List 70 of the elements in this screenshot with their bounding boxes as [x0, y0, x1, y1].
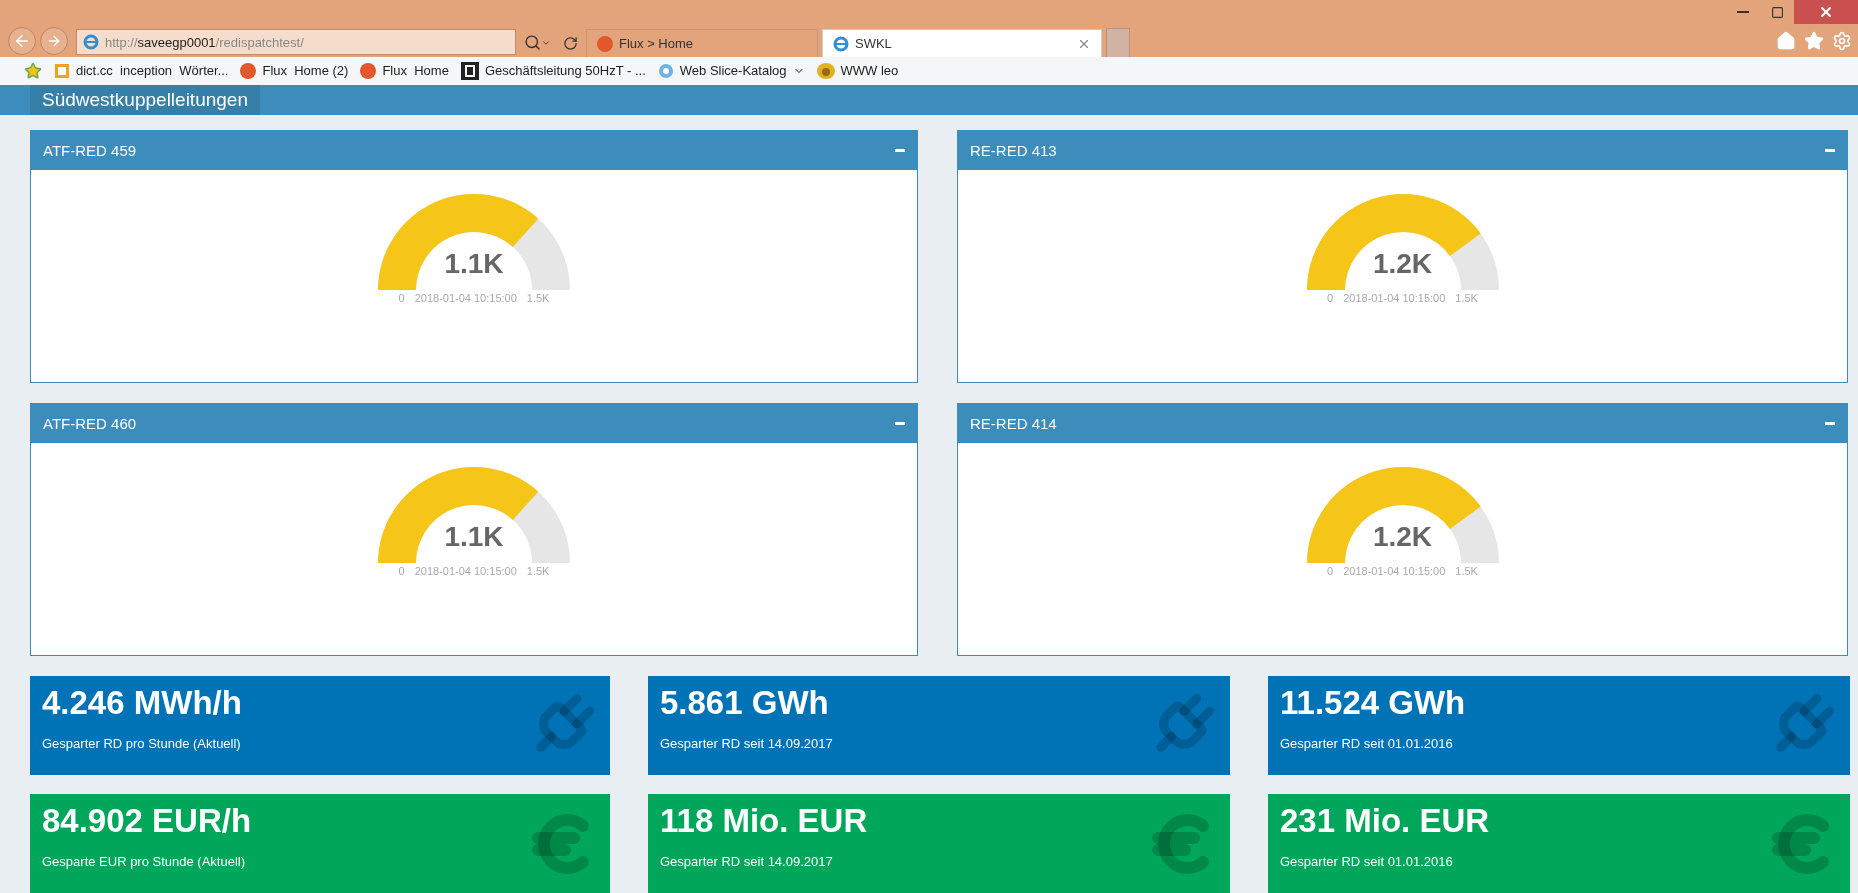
gauge-max: 1.5K	[526, 292, 550, 304]
gauge-max: 1.5K	[1455, 292, 1478, 304]
favorite-link[interactable]: dict.cc inception Wörter...	[54, 62, 229, 79]
gauge-min: 0	[398, 292, 405, 304]
favorite-link[interactable]: Flux Home (2)	[240, 62, 349, 79]
favorite-link[interactable]: WWW leo	[816, 62, 899, 79]
square-icon	[460, 61, 479, 80]
stat-value: 84.902 EUR/h	[42, 802, 253, 840]
stat-value: 11.524 GWh	[1280, 684, 1467, 722]
stat-value: 4.246 MWh/h	[42, 684, 243, 722]
stat-label: Gesparter RD seit 01.01.2016	[1280, 854, 1454, 869]
stat-value: 231 Mio. EUR	[1280, 802, 1491, 840]
minus-icon	[1825, 422, 1835, 425]
panel-title: RE-RED 414	[970, 415, 1057, 432]
minus-icon	[895, 149, 905, 152]
globe-icon	[657, 62, 674, 79]
favorite-link[interactable]: Flux Home	[360, 62, 449, 79]
panel-title: RE-RED 413	[970, 142, 1057, 159]
gauge-min: 0	[1327, 565, 1334, 577]
favorites-star-icon[interactable]	[24, 61, 42, 80]
minimize-icon	[1737, 11, 1749, 13]
address-field[interactable]: http://saveegp0001/redispatchtest/	[76, 29, 516, 55]
gauge-time: 2018-01-04 10:15:00	[1343, 292, 1446, 304]
stat-label: Gesparter RD seit 14.09.2017	[660, 854, 834, 869]
star-icon[interactable]	[1804, 31, 1824, 51]
home-icon[interactable]	[1776, 31, 1796, 51]
refresh-icon	[563, 36, 578, 51]
gauge-min: 0	[398, 565, 405, 577]
gauge-max: 1.5K	[526, 565, 550, 577]
panel-title: ATF-RED 459	[43, 142, 137, 159]
back-button[interactable]	[8, 27, 36, 55]
flux-icon	[240, 62, 257, 79]
stat-label: Gesparte EUR pro Stunde (Aktuell)	[42, 854, 247, 869]
gauge-min: 0	[1327, 292, 1334, 304]
minus-icon	[895, 422, 905, 425]
panel-title: ATF-RED 460	[43, 415, 137, 432]
close-button[interactable]	[1794, 0, 1858, 24]
forward-button[interactable]	[40, 27, 68, 55]
browser-icon	[833, 35, 849, 52]
browser-tab[interactable]: SWKL	[822, 29, 1102, 57]
stat-value: 5.861 GWh	[660, 684, 830, 722]
gauge-time: 2018-01-04 10:15:00	[414, 292, 517, 304]
settings-icon[interactable]	[1832, 31, 1852, 51]
gauge-value: 1.1K	[444, 248, 504, 280]
close-icon	[1818, 4, 1834, 20]
address-text: http://saveegp0001/redispatchtest/	[105, 34, 304, 50]
app-title: Südwestkuppelleitungen	[30, 84, 260, 115]
gauge-value: 1.1K	[444, 521, 504, 553]
favorite-link[interactable]: Web Slice-Katalog	[657, 62, 805, 79]
favorite-link[interactable]: Geschäftsleitung 50HzT - ...	[460, 61, 646, 80]
stat-label: Gesparter RD pro Stunde (Aktuell)	[42, 736, 242, 751]
stat-label: Gesparter RD seit 14.09.2017	[660, 736, 834, 751]
browser-icon	[83, 34, 99, 50]
minus-icon	[1825, 149, 1835, 152]
stat-value: 118 Mio. EUR	[660, 802, 869, 840]
search-icon	[524, 34, 541, 51]
browser-tab[interactable]: Flux > Home	[586, 29, 818, 57]
restore-icon	[1770, 5, 1784, 19]
gauge-value: 1.2K	[1372, 248, 1433, 280]
document-icon	[54, 62, 70, 79]
gauge-time: 2018-01-04 10:15:00	[414, 565, 517, 577]
gauge-max: 1.5K	[1455, 565, 1478, 577]
gauge-value: 1.2K	[1372, 521, 1433, 553]
new-tab-button[interactable]	[1106, 28, 1130, 57]
flux-icon	[360, 62, 377, 79]
back-icon	[13, 32, 31, 50]
gauge-time: 2018-01-04 10:15:00	[1343, 565, 1446, 577]
stat-label: Gesparter RD seit 01.01.2016	[1280, 736, 1454, 751]
forward-icon	[46, 33, 62, 49]
flux-icon	[597, 35, 613, 52]
